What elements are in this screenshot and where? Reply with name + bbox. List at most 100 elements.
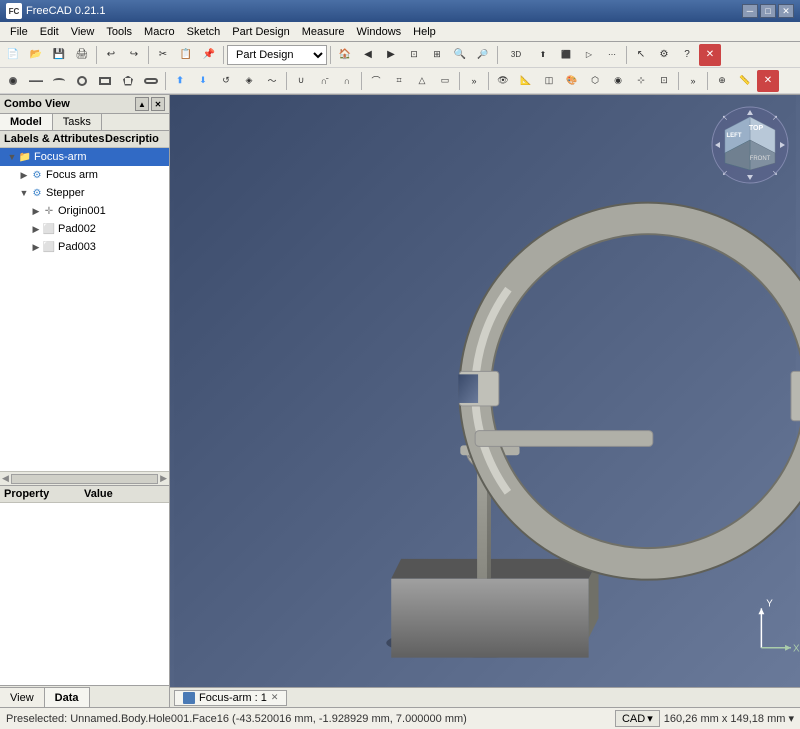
tree-item-focus-arm[interactable]: ▼ 📁 Focus-arm bbox=[0, 148, 169, 166]
tb-zoom-in[interactable]: 🔍 bbox=[449, 44, 471, 66]
tb-part-loft[interactable]: ◈ bbox=[238, 70, 260, 92]
toolbar-row-2: ⬆ ⬇ ↺ ◈ 〜 ∪ ∩̄ ∩ ⌒ ⌗ △ ▭ » 👁 📐 ◫ 🎨 ⬡ ◉ ⊹… bbox=[0, 68, 800, 94]
workbench-dropdown[interactable]: Part Design Sketcher Part bbox=[227, 45, 327, 65]
tb-view-wire[interactable]: ⬡ bbox=[584, 70, 606, 92]
tb-part-pad[interactable]: ⬆ bbox=[169, 70, 191, 92]
tb-view-right[interactable]: ▷ bbox=[578, 44, 600, 66]
menu-windows[interactable]: Windows bbox=[351, 24, 408, 40]
tb-nav-home[interactable]: 🏠 bbox=[334, 44, 356, 66]
menu-sketch[interactable]: Sketch bbox=[181, 24, 227, 40]
tb-thick[interactable]: ▭ bbox=[434, 70, 456, 92]
maximize-button[interactable]: □ bbox=[760, 4, 776, 18]
tree-arrow-stepper[interactable]: ▼ bbox=[18, 188, 30, 198]
tb-view-axes[interactable]: ⊹ bbox=[630, 70, 652, 92]
tb-view-shade[interactable]: ◉ bbox=[607, 70, 629, 92]
tree-scrollbar[interactable]: ◀ ▶ bbox=[0, 471, 169, 485]
tree-item-pad003[interactable]: ▶ ⬜ Pad003 bbox=[0, 238, 169, 256]
tb-sketch-point[interactable] bbox=[2, 70, 24, 92]
tb-close2[interactable]: ✕ bbox=[757, 70, 779, 92]
tree-arrow-pad002[interactable]: ▶ bbox=[30, 224, 42, 235]
panel-close-btn[interactable]: ✕ bbox=[151, 97, 165, 111]
tab-tasks[interactable]: Tasks bbox=[53, 114, 102, 130]
tb-sketch-slot[interactable] bbox=[140, 70, 162, 92]
status-right: CAD ▾ 160,26 mm x 149,18 mm ▾ bbox=[615, 710, 794, 727]
tb-cursor[interactable]: ↖ bbox=[630, 44, 652, 66]
tb-settings[interactable]: ⚙ bbox=[653, 44, 675, 66]
panel-float-btn[interactable]: ▲ bbox=[135, 97, 149, 111]
tb-view-fit[interactable]: ⊡ bbox=[403, 44, 425, 66]
tb-help-icon[interactable]: ? bbox=[676, 44, 698, 66]
tree-item-focus-arm-child[interactable]: ▶ ⚙ Focus arm bbox=[0, 166, 169, 184]
tb-bool-union[interactable]: ∪ bbox=[290, 70, 312, 92]
tb-undo[interactable]: ↩ bbox=[100, 44, 122, 66]
tb-view-ortho[interactable]: 📐 bbox=[515, 70, 537, 92]
menu-view[interactable]: View bbox=[65, 24, 101, 40]
tb-more[interactable]: » bbox=[463, 70, 485, 92]
tb-part-rev[interactable]: ↺ bbox=[215, 70, 237, 92]
tb-view-section[interactable]: ◫ bbox=[538, 70, 560, 92]
tb-snap[interactable]: ⊕ bbox=[711, 70, 733, 92]
tb-view-3d[interactable]: 3D bbox=[501, 44, 531, 66]
menu-edit[interactable]: Edit bbox=[34, 24, 65, 40]
tab-model[interactable]: Model bbox=[0, 114, 53, 130]
tree-arrow-focus-arm[interactable]: ▼ bbox=[6, 152, 18, 162]
tb-view-menu[interactable]: ⋯ bbox=[601, 44, 623, 66]
tree-arrow-focus-arm-child[interactable]: ▶ bbox=[18, 170, 30, 181]
viewport-tab[interactable]: Focus-arm : 1 ✕ bbox=[174, 690, 287, 706]
tb-copy[interactable]: 📋 bbox=[175, 44, 197, 66]
tb-view-top[interactable]: ⬆ bbox=[532, 44, 554, 66]
tb-view-std[interactable]: ⊞ bbox=[426, 44, 448, 66]
menu-tools[interactable]: Tools bbox=[100, 24, 138, 40]
tb-zoom-out[interactable]: 🔎 bbox=[472, 44, 494, 66]
tb-save[interactable]: 💾 bbox=[48, 44, 70, 66]
tb-view-persp[interactable]: 👁 bbox=[492, 70, 514, 92]
tree-hscroll[interactable] bbox=[11, 474, 158, 484]
title-bar: FC FreeCAD 0.21.1 ─ □ ✕ bbox=[0, 0, 800, 22]
minimize-button[interactable]: ─ bbox=[742, 4, 758, 18]
tb-bool-inter[interactable]: ∩ bbox=[336, 70, 358, 92]
close-button[interactable]: ✕ bbox=[778, 4, 794, 18]
cad-button[interactable]: CAD ▾ bbox=[615, 710, 660, 727]
tb-more2[interactable]: » bbox=[682, 70, 704, 92]
tree-arrow-pad003[interactable]: ▶ bbox=[30, 242, 42, 253]
tb-nav-back[interactable]: ◀ bbox=[357, 44, 379, 66]
tb-sketch-polygon[interactable] bbox=[117, 70, 139, 92]
tb-bool-cut[interactable]: ∩̄ bbox=[313, 70, 335, 92]
tree-item-origin001[interactable]: ▶ ✛ Origin001 bbox=[0, 202, 169, 220]
tree-arrow-origin001[interactable]: ▶ bbox=[30, 206, 42, 217]
tb-redo[interactable]: ↪ bbox=[123, 44, 145, 66]
tree-item-pad002[interactable]: ▶ ⬜ Pad002 bbox=[0, 220, 169, 238]
bottom-tab-data[interactable]: Data bbox=[45, 687, 90, 707]
tb-fillet[interactable]: ⌒ bbox=[365, 70, 387, 92]
tb-chamfer[interactable]: ⌗ bbox=[388, 70, 410, 92]
tb-view-color[interactable]: 🎨 bbox=[561, 70, 583, 92]
tb-draft[interactable]: △ bbox=[411, 70, 433, 92]
tb-paste[interactable]: 📌 bbox=[198, 44, 220, 66]
tb-part-sweep[interactable]: 〜 bbox=[261, 70, 283, 92]
tree-col2-header: Descriptio bbox=[105, 133, 165, 145]
nav-cube[interactable]: TOP LEFT FRONT ↖ ↗ ↙ ↘ bbox=[710, 105, 790, 185]
tb-cut[interactable]: ✂ bbox=[152, 44, 174, 66]
tb-open[interactable]: 📂 bbox=[25, 44, 47, 66]
tb-nav-fwd[interactable]: ▶ bbox=[380, 44, 402, 66]
viewport[interactable]: Y X bbox=[170, 95, 800, 707]
tb-new[interactable]: 📄 bbox=[2, 44, 24, 66]
tb-part-pocket[interactable]: ⬇ bbox=[192, 70, 214, 92]
tb-sketch-circle[interactable] bbox=[71, 70, 93, 92]
menu-file[interactable]: File bbox=[4, 24, 34, 40]
tb-sketch-line[interactable] bbox=[25, 70, 47, 92]
menu-macro[interactable]: Macro bbox=[138, 24, 181, 40]
tb-close-view[interactable]: ✕ bbox=[699, 44, 721, 66]
bottom-tab-view[interactable]: View bbox=[0, 687, 45, 707]
tb-sketch-rect[interactable] bbox=[94, 70, 116, 92]
tb-print[interactable]: 🖨 bbox=[71, 44, 93, 66]
tb-measure2[interactable]: 📏 bbox=[734, 70, 756, 92]
tb-sketch-arc[interactable] bbox=[48, 70, 70, 92]
tb-view-front[interactable]: ⬛ bbox=[555, 44, 577, 66]
tb-view-clip[interactable]: ⊡ bbox=[653, 70, 675, 92]
menu-measure[interactable]: Measure bbox=[296, 24, 351, 40]
menu-part-design[interactable]: Part Design bbox=[226, 24, 295, 40]
menu-help[interactable]: Help bbox=[407, 24, 442, 40]
tree-item-stepper[interactable]: ▼ ⚙ Stepper bbox=[0, 184, 169, 202]
vp-tab-close[interactable]: ✕ bbox=[271, 692, 279, 703]
